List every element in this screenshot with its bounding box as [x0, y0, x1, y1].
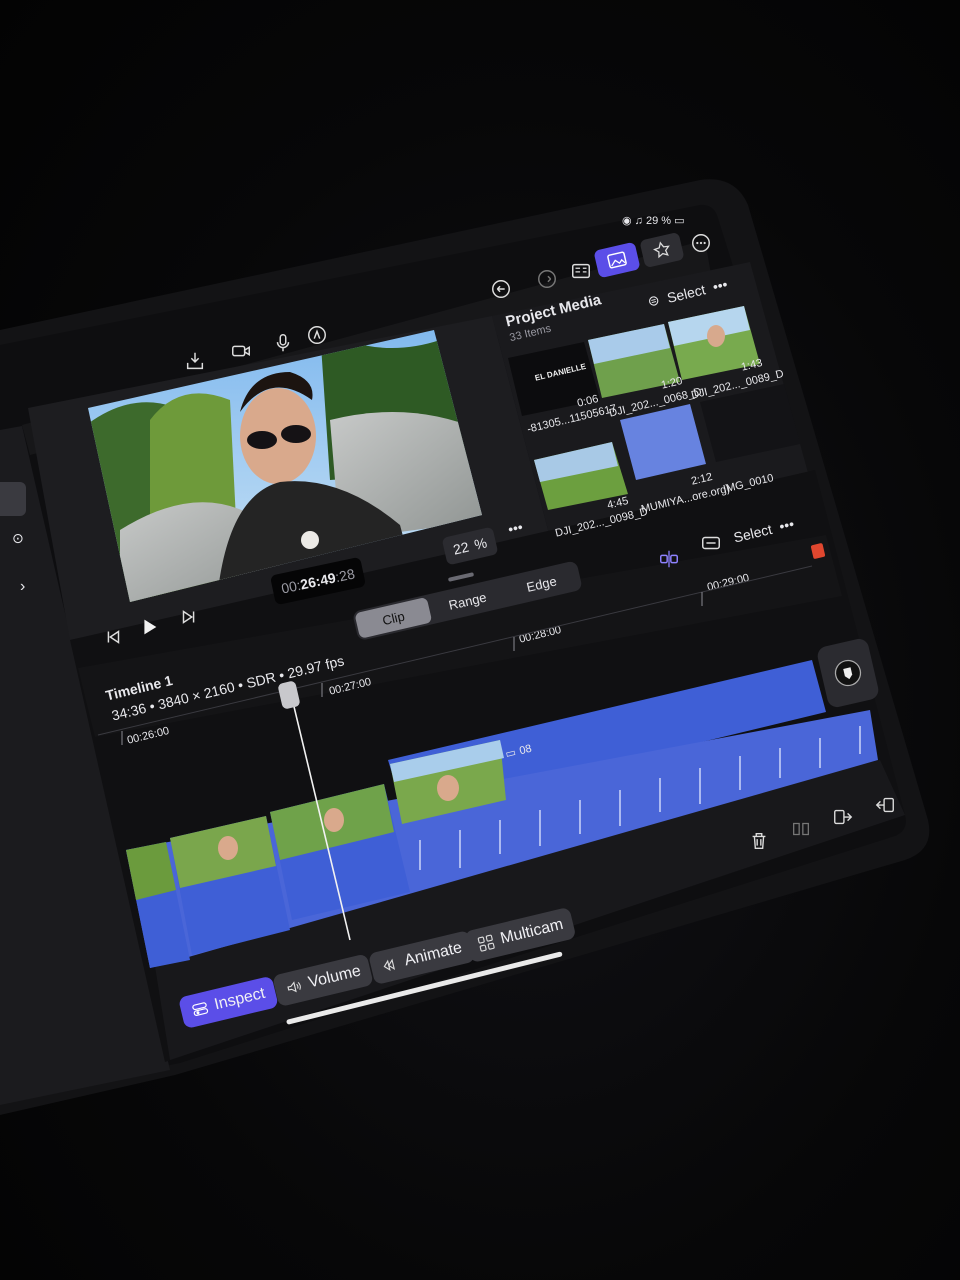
- ipad-device: ◉ ♫ 29 % ▭ 22 % ••• 00: 26:49:28 Clip R…: [0, 0, 960, 1280]
- replace-icon: [875, 797, 894, 813]
- sidebar-more-icon[interactable]: ⊙: [12, 530, 24, 547]
- trash-icon: [752, 832, 766, 850]
- speaker-icon: [287, 981, 301, 993]
- delete-button[interactable]: [746, 828, 772, 854]
- detach-button[interactable]: [788, 816, 814, 842]
- clip-camera-icon: ▭: [504, 746, 518, 761]
- clip-08-label: 08: [518, 742, 533, 757]
- inspect-icon: [192, 1002, 209, 1016]
- replace-button[interactable]: [872, 792, 898, 818]
- multicam-icon: [477, 934, 495, 952]
- animate-label: Animate: [402, 939, 464, 970]
- animate-icon: [383, 958, 396, 972]
- detach-audio-icon: [793, 822, 809, 836]
- inspect-label: Inspect: [212, 984, 267, 1014]
- chevron-right-icon[interactable]: ›: [20, 578, 25, 596]
- volume-label: Volume: [306, 962, 363, 992]
- jog-dial-icon: [834, 659, 862, 687]
- split-button[interactable]: [830, 804, 856, 830]
- sidebar-tile[interactable]: [0, 482, 26, 516]
- timeline-clips: [126, 660, 878, 968]
- split-icon: [834, 809, 853, 825]
